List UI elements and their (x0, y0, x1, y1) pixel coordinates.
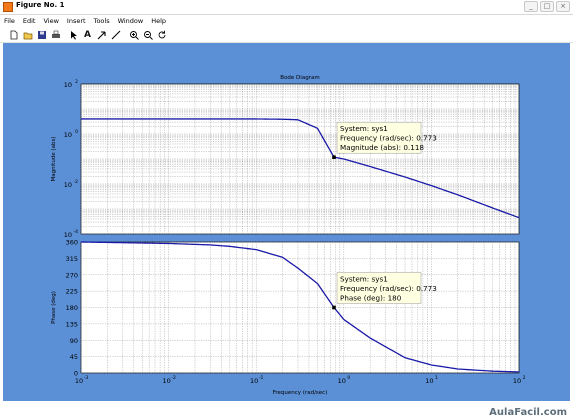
window-controls: _ □ × (524, 1, 570, 12)
x-tick-exponent: 1 (435, 375, 438, 381)
window-titlebar: Figure No. 1 _ □ × (0, 0, 573, 15)
phase-axis-label: Phase (deg) (51, 291, 57, 324)
x-tick-label: 10 (425, 377, 433, 385)
datatip-marker (332, 155, 336, 160)
bode-diagram: Bode Diagram10 -3 10 -2 10 -1 10 0 10 1 10 2Frequen… (51, 75, 526, 396)
phase-tick-label: 45 (70, 353, 78, 361)
x-tick-exponent: -1 (259, 375, 264, 381)
phase-tick-label: 315 (66, 255, 78, 263)
close-button[interactable]: × (556, 1, 570, 12)
phase-tick-label: 135 (66, 320, 78, 328)
magnitude-tick-label: 10 (64, 181, 72, 189)
open-folder-icon[interactable] (22, 29, 33, 40)
x-tick-exponent: -2 (171, 375, 176, 381)
x-tick-label: 10 (75, 377, 83, 385)
maximize-button[interactable]: □ (540, 1, 554, 12)
print-icon[interactable] (50, 29, 61, 40)
magnitude-tick-label: 10 (64, 81, 72, 89)
datatip-text: Frequency (rad/sec): 0.773 (340, 284, 437, 293)
datatip-text: System: sys1 (340, 124, 388, 133)
figure-canvas: Bode Diagram 10 -3 10 -2 10 -1 10 0 10 1 10 2 Frequen… (3, 43, 570, 401)
menu-view[interactable]: View (39, 17, 62, 25)
menu-window[interactable]: Window (114, 17, 148, 25)
text-icon[interactable]: A (82, 29, 93, 40)
arrow-icon[interactable] (96, 29, 107, 40)
x-tick-label: 10 (513, 377, 521, 385)
menu-file[interactable]: File (0, 17, 19, 25)
zoom-out-icon[interactable] (142, 29, 153, 40)
figure-toolbar: A (0, 28, 573, 43)
rotate-icon[interactable] (156, 29, 167, 40)
new-file-icon[interactable] (8, 29, 19, 40)
x-tick-label: 10 (250, 377, 258, 385)
phase-tick-label: 360 (66, 239, 78, 247)
x-tick-exponent: 2 (523, 375, 526, 381)
datatip-text: Phase (deg): 180 (340, 294, 402, 303)
save-icon[interactable] (36, 29, 47, 40)
datatip-text: System: sys1 (340, 275, 388, 284)
x-tick-exponent: -3 (84, 375, 89, 381)
magnitude-tick-exponent: 2 (75, 79, 78, 85)
menu-insert[interactable]: Insert (63, 17, 90, 25)
x-tick-label: 10 (338, 377, 346, 385)
window-title: Figure No. 1 (16, 1, 65, 9)
zoom-in-icon[interactable] (128, 29, 139, 40)
matlab-app-icon (3, 2, 13, 12)
pointer-icon[interactable] (68, 29, 79, 40)
phase-tick-label: 180 (66, 304, 78, 312)
phase-tick-label: 270 (66, 271, 78, 279)
page-footer: AulaFacil.com (0, 401, 573, 419)
minimize-button[interactable]: _ (524, 1, 538, 12)
magnitude-tick-exponent: -4 (74, 229, 79, 235)
menu-bar: File Edit View Insert Tools Window Help (0, 15, 573, 27)
datatip-marker (332, 305, 336, 310)
menu-help[interactable]: Help (147, 17, 170, 25)
menu-tools[interactable]: Tools (90, 17, 114, 25)
line-icon[interactable] (110, 29, 121, 40)
phase-tick-label: 90 (70, 337, 78, 345)
datatip-text: Magnitude (abs): 0.118 (340, 143, 424, 152)
magnitude-axis-label: Magnitude (abs) (51, 137, 57, 182)
datatip-text: Frequency (rad/sec): 0.773 (340, 134, 437, 143)
chart-title: Bode Diagram (280, 75, 319, 81)
magnitude-tick-exponent: -2 (74, 179, 79, 185)
magnitude-tick-label: 10 (64, 131, 72, 139)
watermark-text: AulaFacil.com (489, 407, 567, 418)
x-axis-label: Frequency (rad/sec) (273, 390, 328, 396)
phase-tick-label: 0 (74, 370, 78, 378)
x-tick-exponent: 0 (347, 375, 350, 381)
menu-edit[interactable]: Edit (19, 17, 40, 25)
phase-tick-label: 225 (66, 288, 78, 296)
x-tick-label: 10 (162, 377, 170, 385)
magnitude-tick-exponent: 0 (75, 129, 78, 135)
